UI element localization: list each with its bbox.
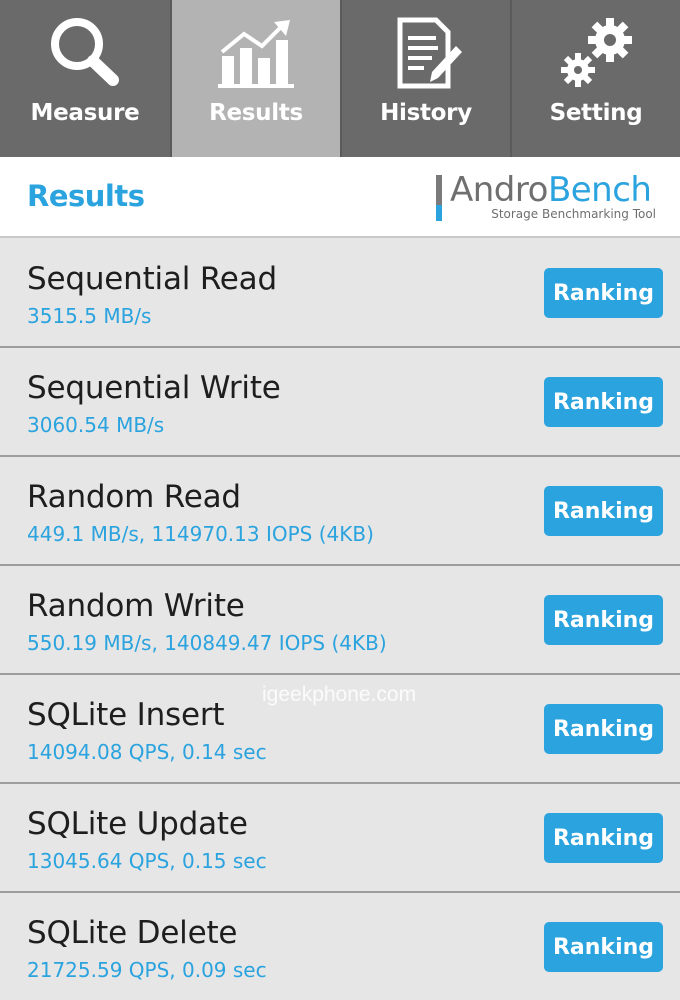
result-value: 550.19 MB/s, 140849.47 IOPS (4KB) <box>27 631 387 655</box>
result-row-sequential-read: Sequential Read 3515.5 MB/s Ranking <box>0 239 680 348</box>
watermark: igeekphone.com <box>262 683 417 706</box>
ranking-button[interactable]: Ranking <box>544 486 663 536</box>
result-value: 13045.64 QPS, 0.15 sec <box>27 849 267 873</box>
chart-icon <box>216 14 296 94</box>
result-row-sqlite-update: SQLite Update 13045.64 QPS, 0.15 sec Ran… <box>0 784 680 893</box>
tab-measure[interactable]: Measure <box>0 0 170 157</box>
page-header: Results AndroBench Storage Benchmarking … <box>0 157 680 238</box>
result-name: Random Write <box>27 588 245 624</box>
result-value: 449.1 MB/s, 114970.13 IOPS (4KB) <box>27 522 374 546</box>
ranking-button[interactable]: Ranking <box>544 704 663 754</box>
result-value: 21725.59 QPS, 0.09 sec <box>27 958 267 982</box>
androbench-logo: AndroBench Storage Benchmarking Tool <box>436 170 661 224</box>
result-name: Random Read <box>27 479 241 515</box>
tab-setting[interactable]: Setting <box>510 0 680 157</box>
logo-name-bench: Bench <box>547 170 652 210</box>
tab-results[interactable]: Results <box>170 0 340 157</box>
result-value: 3515.5 MB/s <box>27 304 152 328</box>
results-list: Sequential Read 3515.5 MB/s Ranking Sequ… <box>0 239 680 1000</box>
document-icon <box>386 14 466 94</box>
ranking-button[interactable]: Ranking <box>544 268 663 318</box>
tab-history[interactable]: History <box>340 0 510 157</box>
result-name: Sequential Write <box>27 370 281 406</box>
logo-name-andro: Andro <box>450 170 548 210</box>
result-value: 14094.08 QPS, 0.14 sec <box>27 740 267 764</box>
ranking-button[interactable]: Ranking <box>544 377 663 427</box>
gear-icon <box>556 14 636 94</box>
ranking-button[interactable]: Ranking <box>544 813 663 863</box>
search-icon <box>45 14 125 94</box>
tab-bar: Measure Results History Setting <box>0 0 680 157</box>
result-value: 3060.54 MB/s <box>27 413 165 437</box>
result-name: SQLite Insert <box>27 697 225 733</box>
logo-tagline: Storage Benchmarking Tool <box>491 207 656 221</box>
tab-history-label: History <box>380 100 472 126</box>
logo-name: AndroBench <box>450 170 652 210</box>
result-row-random-write: Random Write 550.19 MB/s, 140849.47 IOPS… <box>0 566 680 675</box>
result-row-sqlite-delete: SQLite Delete 21725.59 QPS, 0.09 sec Ran… <box>0 893 680 1000</box>
ranking-button[interactable]: Ranking <box>544 595 663 645</box>
result-name: SQLite Delete <box>27 915 238 951</box>
logo-bar <box>436 175 442 221</box>
result-name: SQLite Update <box>27 806 248 842</box>
ranking-button[interactable]: Ranking <box>544 922 663 972</box>
result-name: Sequential Read <box>27 261 277 297</box>
page-title: Results <box>27 179 145 213</box>
tab-measure-label: Measure <box>30 100 140 126</box>
result-row-random-read: Random Read 449.1 MB/s, 114970.13 IOPS (… <box>0 457 680 566</box>
tab-setting-label: Setting <box>549 100 643 126</box>
tab-results-label: Results <box>209 100 303 126</box>
result-row-sequential-write: Sequential Write 3060.54 MB/s Ranking <box>0 348 680 457</box>
